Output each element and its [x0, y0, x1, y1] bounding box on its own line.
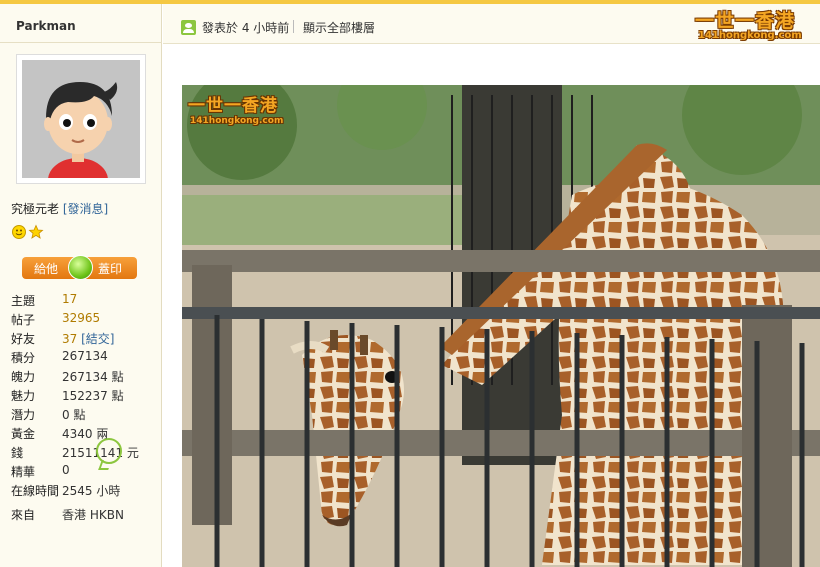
giraffe-photo	[182, 85, 820, 567]
stat-value: 香港 HKBN	[62, 508, 124, 522]
smiley-icon	[12, 225, 26, 239]
stat-value[interactable]: 32965	[62, 311, 100, 325]
photo-watermark: 一世一香港 141hongkong.com	[188, 91, 283, 126]
user-rank: 究極元老 [發消息]	[11, 200, 108, 217]
stat-label: 魄力	[11, 370, 36, 384]
stat-label: 積分	[11, 351, 36, 365]
add-friend-link[interactable]: [結交]	[81, 332, 114, 346]
stat-value: 267134 點	[62, 370, 124, 384]
sidebar-divider	[0, 42, 162, 43]
stamp-label: 蓋印	[98, 262, 123, 276]
stat-value: 2545 小時	[62, 484, 121, 498]
post-photo[interactable]: 一世一香港 141hongkong.com	[182, 85, 820, 567]
logo-title: 一世一香港	[695, 10, 796, 32]
speech-bubble-icon	[96, 438, 122, 464]
stat-label: 魅力	[11, 389, 36, 403]
stat-label: 在線時間	[11, 484, 60, 498]
give-label: 給他	[34, 262, 59, 276]
stat-value[interactable]: 17	[62, 292, 77, 306]
stat-label: 主題	[11, 294, 36, 308]
logo-domain: 141hongkong.com	[698, 30, 802, 41]
watermark-title: 一世一香港	[188, 96, 278, 116]
avatar-image	[22, 60, 140, 178]
stat-label: 來自	[11, 508, 36, 522]
site-logo[interactable]: 一世一香港 141hongkong.com	[695, 6, 815, 44]
author-sidebar: Parkman 究極元老 [發消息] 給他 蓋印 主題 17 帖子 32965 …	[0, 4, 162, 567]
star-icon	[28, 224, 44, 239]
give-stamp-button[interactable]: 給他 蓋印	[22, 255, 137, 280]
stat-value: 0	[62, 463, 70, 477]
stat-label: 錢	[11, 446, 24, 460]
stat-label: 黃金	[11, 427, 36, 441]
stat-value: 152237 點	[62, 389, 124, 403]
stat-value: 267134	[62, 349, 108, 363]
send-message-link[interactable]: [發消息]	[63, 202, 108, 216]
stat-value: 0 點	[62, 408, 86, 422]
stat-label: 帖子	[11, 313, 36, 327]
stat-value: 37 [結交]	[62, 330, 114, 347]
show-all-floors-link[interactable]: 顯示全部樓層	[303, 19, 375, 36]
green-orb-icon	[68, 255, 93, 280]
rank-badges	[11, 224, 45, 240]
post-time: 發表於 4 小時前	[202, 21, 290, 35]
watermark-domain: 141hongkong.com	[190, 116, 284, 126]
header-separator	[293, 20, 294, 33]
avatar[interactable]	[16, 54, 146, 184]
user-icon	[181, 20, 196, 35]
rank-title: 究極元老	[11, 202, 60, 216]
stat-label: 精華	[11, 465, 36, 479]
author-username[interactable]: Parkman	[16, 19, 76, 33]
stat-label: 好友	[11, 332, 36, 346]
stat-label: 潛力	[11, 408, 36, 422]
friends-count[interactable]: 37	[62, 332, 77, 346]
